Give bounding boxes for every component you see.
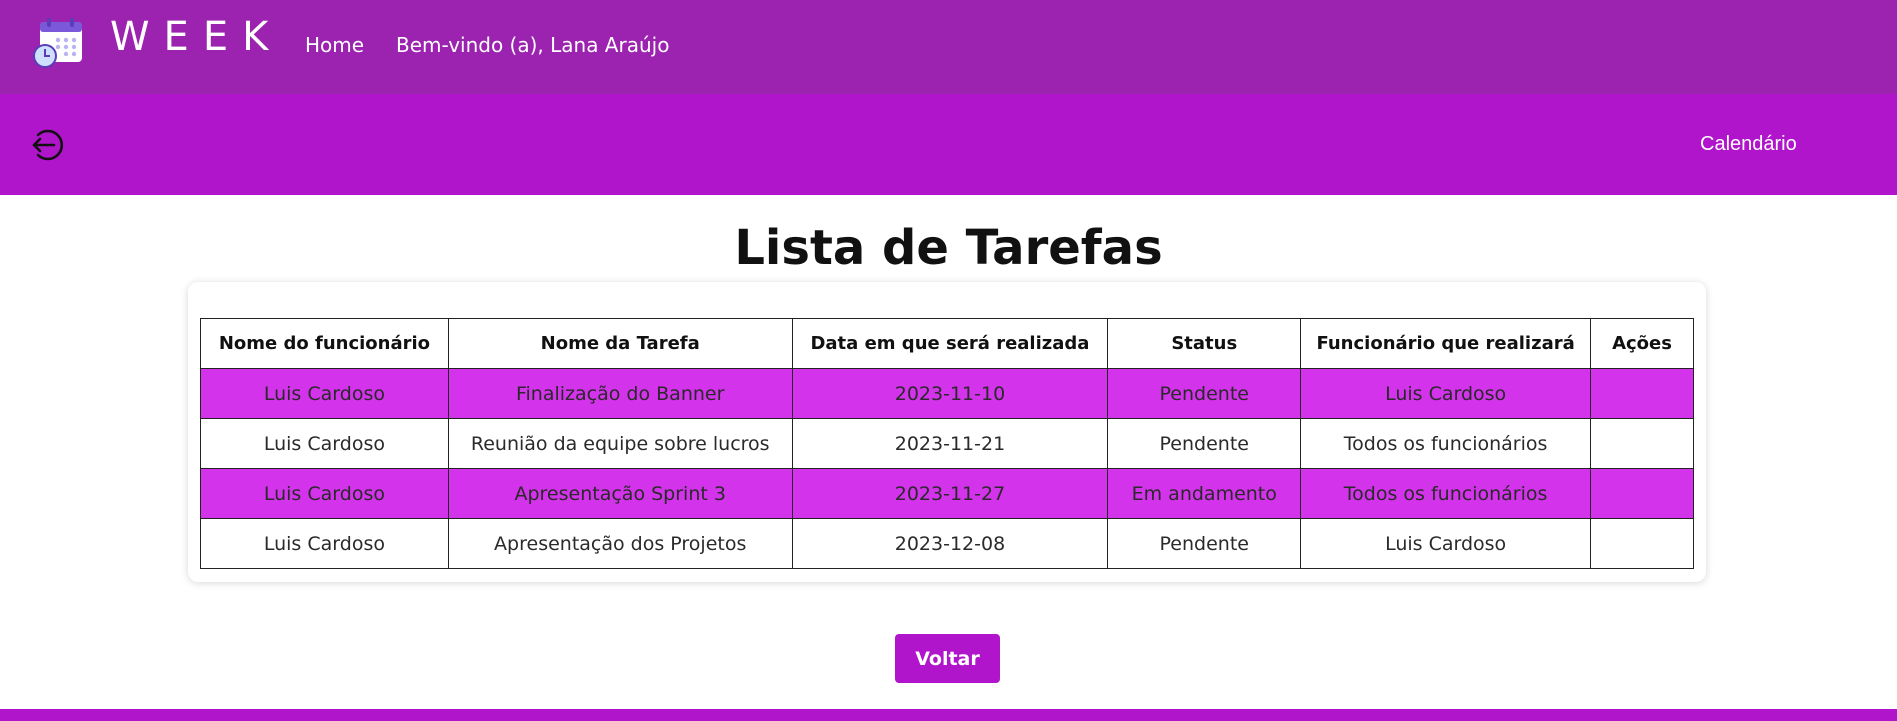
tasks-table: Nome do funcionário Nome da Tarefa Data … xyxy=(200,318,1694,569)
cell-employee: Luis Cardoso xyxy=(200,468,449,519)
cell-date: 2023-11-10 xyxy=(791,368,1109,419)
back-button[interactable]: Voltar xyxy=(895,634,1000,683)
cell-status: Pendente xyxy=(1107,518,1302,569)
cell-actions xyxy=(1590,418,1694,469)
cell-date: 2023-11-21 xyxy=(791,418,1109,469)
cell-status: Pendente xyxy=(1107,368,1302,419)
cell-actions xyxy=(1590,518,1694,569)
footer-bar xyxy=(0,709,1897,721)
calendar-clock-icon xyxy=(33,18,82,68)
table-row: Luis Cardoso Apresentação Sprint 3 2023-… xyxy=(200,468,1694,519)
cell-task: Finalização do Banner xyxy=(447,368,793,419)
column-header-employee: Nome do funcionário xyxy=(200,318,449,369)
cell-date: 2023-11-27 xyxy=(791,468,1109,519)
cell-status: Pendente xyxy=(1107,418,1302,469)
calendar-link[interactable]: Calendário xyxy=(1700,133,1797,156)
brand-wordmark: WEEK xyxy=(110,14,283,60)
cell-employee: Luis Cardoso xyxy=(200,368,449,419)
logout-arrow-icon[interactable] xyxy=(28,126,66,164)
cell-task: Apresentação Sprint 3 xyxy=(447,468,793,519)
cell-assignee: Todos os funcionários xyxy=(1300,418,1592,469)
column-header-status: Status xyxy=(1107,318,1302,369)
cell-actions xyxy=(1590,468,1694,519)
top-navbar: WEEK Home Bem-vindo (a), Lana Araújo xyxy=(0,0,1897,94)
column-header-date: Data em que será realizada xyxy=(791,318,1109,369)
table-row: Luis Cardoso Reunião da equipe sobre luc… xyxy=(200,418,1694,469)
table-header-row: Nome do funcionário Nome da Tarefa Data … xyxy=(200,318,1694,369)
cell-status: Em andamento xyxy=(1107,468,1302,519)
cell-assignee: Luis Cardoso xyxy=(1300,518,1592,569)
table-row: Luis Cardoso Finalização do Banner 2023-… xyxy=(200,368,1694,419)
cell-task: Apresentação dos Projetos xyxy=(447,518,793,569)
nav-home-link[interactable]: Home xyxy=(305,33,364,57)
column-header-actions: Ações xyxy=(1590,318,1694,369)
cell-assignee: Luis Cardoso xyxy=(1300,368,1592,419)
cell-actions xyxy=(1590,368,1694,419)
column-header-task: Nome da Tarefa xyxy=(447,318,793,369)
cell-date: 2023-12-08 xyxy=(791,518,1109,569)
welcome-message: Bem-vindo (a), Lana Araújo xyxy=(396,33,670,57)
table-row: Luis Cardoso Apresentação dos Projetos 2… xyxy=(200,518,1694,569)
cell-employee: Luis Cardoso xyxy=(200,518,449,569)
cell-employee: Luis Cardoso xyxy=(200,418,449,469)
cell-task: Reunião da equipe sobre lucros xyxy=(447,418,793,469)
cell-assignee: Todos os funcionários xyxy=(1300,468,1592,519)
column-header-assignee: Funcionário que realizará xyxy=(1300,318,1592,369)
page-title: Lista de Tarefas xyxy=(734,220,1163,276)
secondary-navbar xyxy=(0,94,1897,195)
